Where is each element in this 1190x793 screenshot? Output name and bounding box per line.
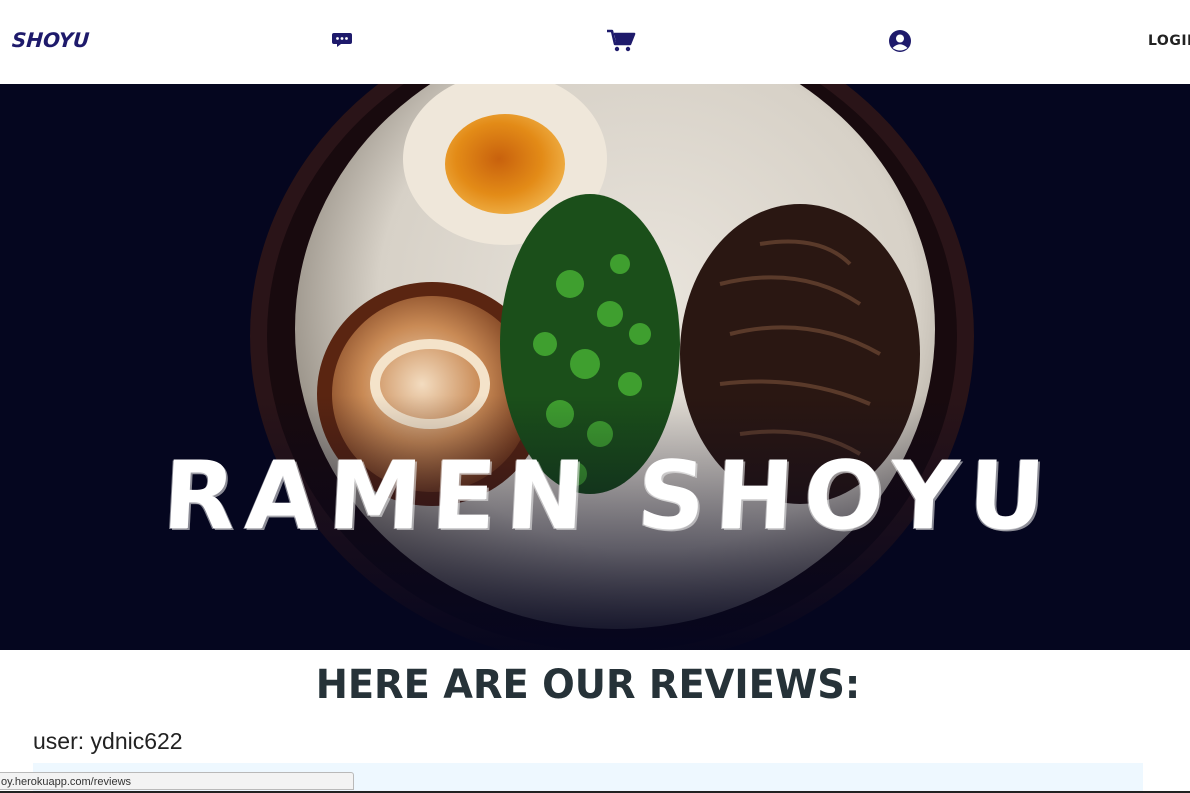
page: SHOYU LOGIN <box>0 0 1190 793</box>
review-user: user: ydnic622 <box>33 728 183 754</box>
chat-icon[interactable] <box>331 32 353 48</box>
hero-title: RAMEN SHOYU <box>160 442 1058 551</box>
navbar: SHOYU LOGIN <box>0 0 1190 84</box>
reviews-heading: HERE ARE OUR REVIEWS: <box>315 662 861 708</box>
ramen-bowl-image <box>0 84 1190 650</box>
user-icon[interactable] <box>888 29 912 53</box>
status-bar-url: oy.herokuapp.com/reviews <box>0 772 354 790</box>
cart-icon[interactable] <box>606 29 636 53</box>
hero-banner: RAMEN SHOYU <box>0 84 1190 650</box>
brand-logo[interactable]: SHOYU <box>11 28 90 52</box>
login-link[interactable]: LOGIN <box>1148 33 1190 49</box>
